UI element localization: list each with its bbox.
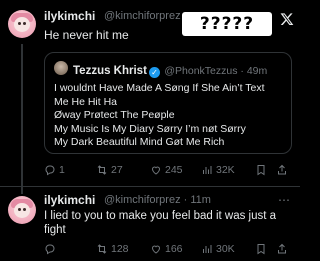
tweet2-text: I lied to you to make you feel bad it wa…: [44, 210, 277, 222]
overlay-caption: ?????: [182, 12, 272, 36]
tweet2-author-name[interactable]: ilykimchi: [44, 193, 95, 207]
share-button[interactable]: [276, 164, 288, 176]
retweet-count: 128: [111, 243, 129, 255]
avatar[interactable]: [8, 196, 36, 224]
x-logo-icon: [280, 12, 294, 26]
quoted-avatar[interactable]: [54, 61, 68, 75]
quoted-text-line: I wouldnt Have Made A Søng If She Ain’t …: [54, 82, 265, 94]
like-button[interactable]: 245: [150, 164, 183, 176]
like-icon: [151, 166, 161, 175]
quoted-text-line: Me He Hit Ha: [54, 95, 118, 108]
tweet2-text: fight: [44, 224, 66, 236]
quoted-text-line: My Dark Beautiful Mind Gøt Me Rich: [54, 136, 225, 148]
views-icon: [203, 245, 212, 253]
share-icon: [278, 164, 286, 175]
more-options-icon[interactable]: ⋯: [278, 193, 290, 207]
tweet2-author-handle[interactable]: @kimchiforprez · 11m: [104, 194, 211, 206]
share-button[interactable]: [276, 243, 288, 255]
reply-icon: [45, 165, 55, 176]
quoted-tweet-card[interactable]: Tezzus Khrist ✓ @PhonkTezzus · 49m I woul…: [44, 52, 292, 154]
retweet-button[interactable]: 27: [96, 164, 123, 176]
thread-line: [21, 44, 23, 194]
retweet-button[interactable]: 128: [96, 243, 129, 255]
tweet1-author-name[interactable]: ilykimchi: [44, 9, 95, 23]
reply-count: 1: [59, 164, 65, 176]
bookmark-button[interactable]: [255, 243, 267, 255]
views-count: 30K: [216, 243, 235, 255]
views-count: 32K: [216, 164, 235, 176]
quoted-author-handle[interactable]: @PhonkTezzus · 49m: [164, 65, 267, 77]
divider: [0, 186, 300, 187]
retweet-count: 27: [111, 164, 123, 176]
reply-button[interactable]: [44, 243, 56, 255]
avatar[interactable]: [8, 10, 36, 38]
retweet-icon: [97, 244, 107, 254]
retweet-icon: [97, 165, 107, 175]
bookmark-button[interactable]: [255, 164, 267, 176]
views-button[interactable]: 30K: [201, 243, 235, 255]
views-button[interactable]: 32K: [201, 164, 235, 176]
bookmark-icon: [257, 165, 265, 176]
verified-badge-icon: ✓: [148, 67, 160, 78]
quoted-author-name[interactable]: Tezzus Khrist: [73, 65, 147, 77]
like-icon: [151, 245, 161, 254]
reply-button[interactable]: 1: [44, 164, 65, 176]
quoted-text-line: My Music Is My Diary Sørry I’m nøt Sørry: [54, 122, 246, 135]
like-count: 166: [165, 243, 183, 255]
views-icon: [203, 166, 212, 174]
quoted-text-line: Øway Prøtect The Peøple: [54, 109, 175, 121]
tweet1-text: He never hit me: [44, 28, 129, 42]
share-icon: [278, 243, 286, 254]
like-count: 245: [165, 164, 183, 176]
tweet1-author-handle[interactable]: @kimchiforprez ·: [104, 10, 187, 22]
like-button[interactable]: 166: [150, 243, 183, 255]
bookmark-icon: [257, 244, 265, 255]
reply-icon: [45, 244, 55, 255]
